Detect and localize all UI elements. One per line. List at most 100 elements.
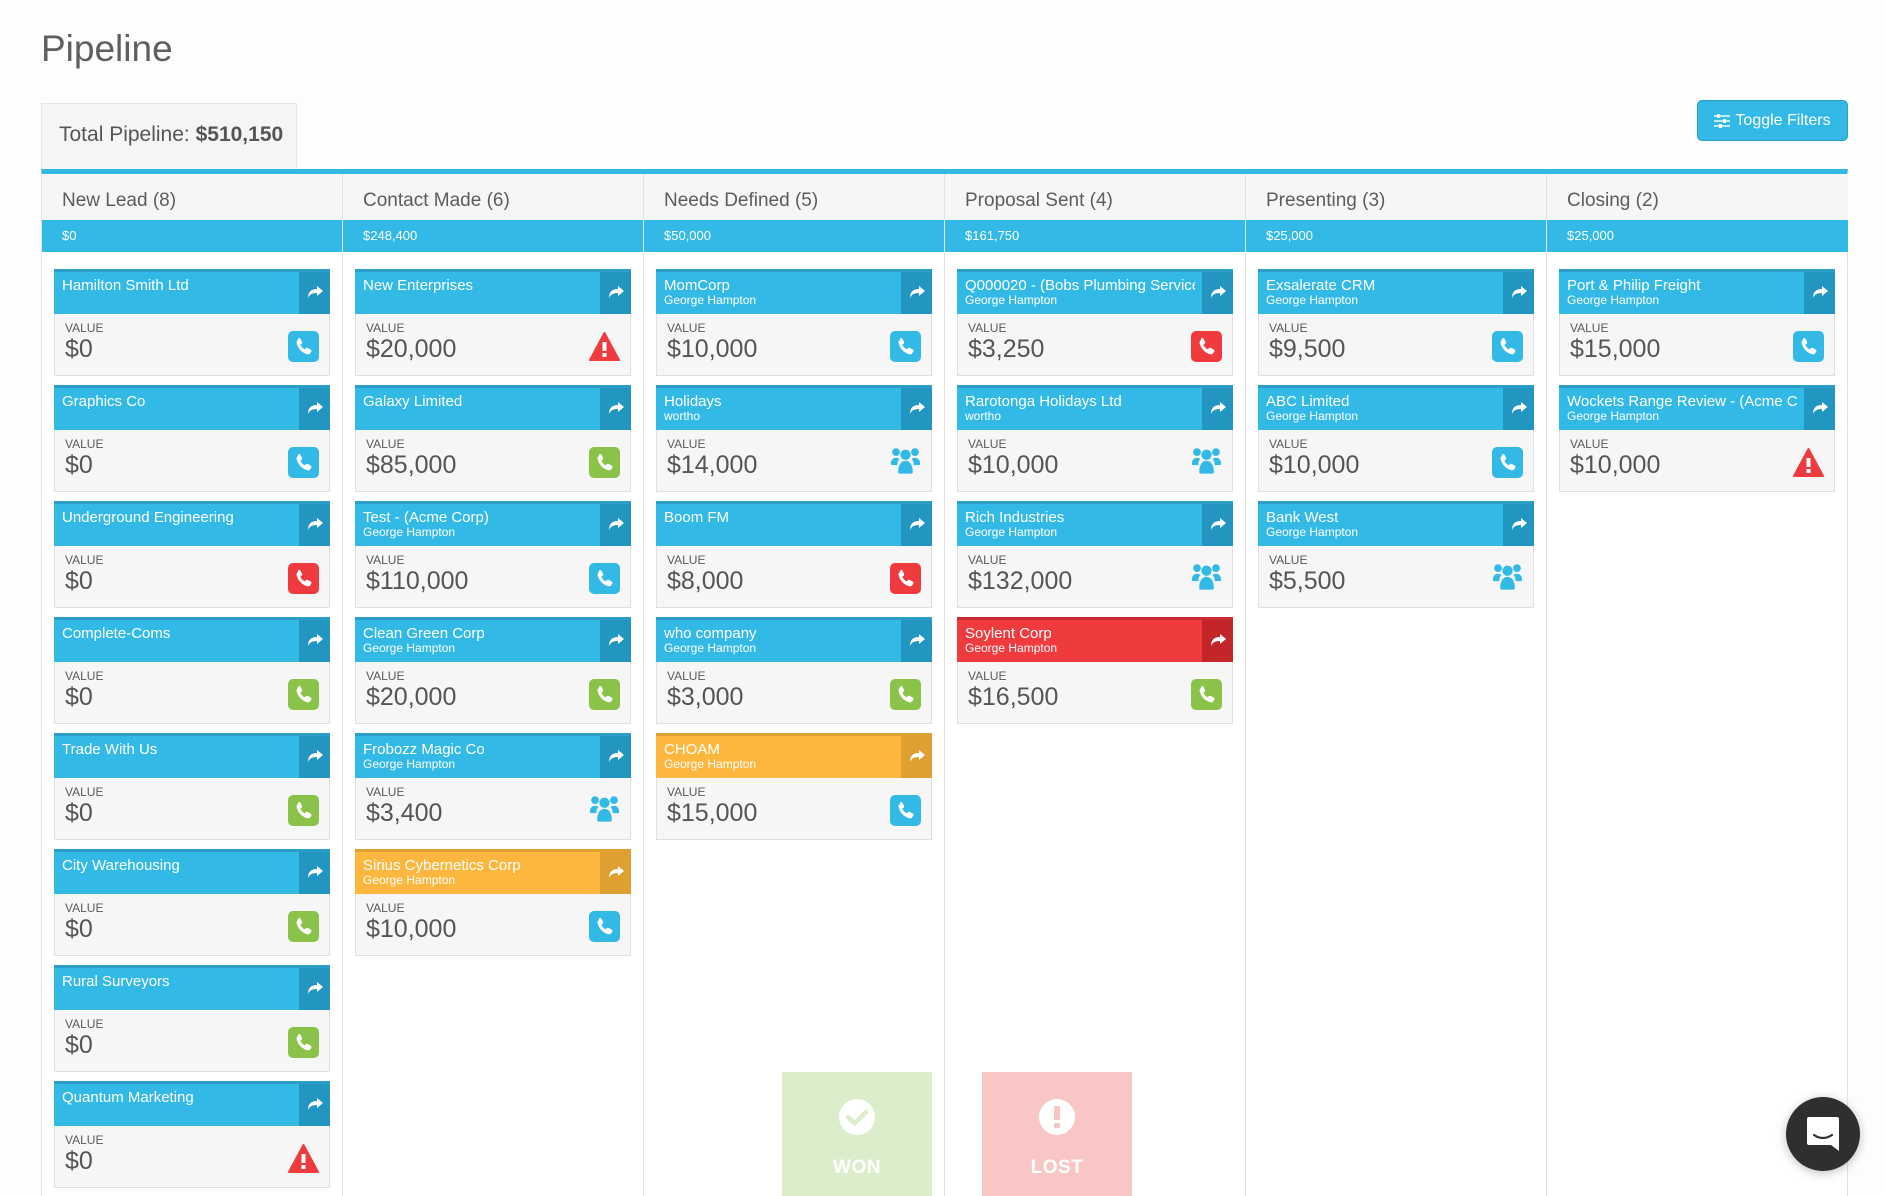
- deal-name[interactable]: Galaxy Limited: [363, 393, 593, 410]
- deal-card-header[interactable]: Test - (Acme Corp) George Hampton: [355, 501, 631, 546]
- open-deal-button[interactable]: [600, 504, 631, 546]
- open-deal-button[interactable]: [901, 272, 932, 314]
- phone-icon[interactable]: [288, 679, 319, 710]
- open-deal-button[interactable]: [299, 620, 330, 662]
- warning-icon[interactable]: [288, 1143, 319, 1174]
- open-deal-button[interactable]: [901, 736, 932, 778]
- deal-card[interactable]: Port & Philip Freight George Hampton VALUE…: [1559, 269, 1835, 376]
- deal-name[interactable]: New Enterprises: [363, 277, 593, 294]
- deal-card[interactable]: CHOAM George Hampton VALUE $15,000: [656, 733, 932, 840]
- deal-name[interactable]: Port & Philip Freight: [1567, 277, 1797, 294]
- lost-drop-zone[interactable]: LOST: [982, 1072, 1132, 1196]
- deal-card[interactable]: Graphics Co VALUE $0: [54, 385, 330, 492]
- open-deal-button[interactable]: [1503, 388, 1534, 430]
- deal-card-header[interactable]: City Warehousing: [54, 849, 330, 894]
- phone-icon[interactable]: [589, 679, 620, 710]
- open-deal-button[interactable]: [1804, 388, 1835, 430]
- deal-card-header[interactable]: Rich Industries George Hampton: [957, 501, 1233, 546]
- deal-card[interactable]: Complete-Coms VALUE $0: [54, 617, 330, 724]
- deal-card-header[interactable]: Soylent Corp George Hampton: [957, 617, 1233, 662]
- deal-card[interactable]: Exsalerate CRM George Hampton VALUE $9,500: [1258, 269, 1534, 376]
- deal-name[interactable]: Sirius Cybernetics Corp: [363, 857, 593, 874]
- won-drop-zone[interactable]: WON: [782, 1072, 932, 1196]
- phone-icon[interactable]: [890, 679, 921, 710]
- phone-icon[interactable]: [589, 911, 620, 942]
- open-deal-button[interactable]: [901, 620, 932, 662]
- deal-card-header[interactable]: CHOAM George Hampton: [656, 733, 932, 778]
- deal-card[interactable]: MomCorp George Hampton VALUE $10,000: [656, 269, 932, 376]
- meeting-icon[interactable]: [1191, 447, 1222, 478]
- deal-name[interactable]: Holidays: [664, 393, 894, 410]
- phone-icon[interactable]: [589, 563, 620, 594]
- open-deal-button[interactable]: [600, 388, 631, 430]
- deal-card-header[interactable]: Bank West George Hampton: [1258, 501, 1534, 546]
- deal-card[interactable]: Sirius Cybernetics Corp George Hampton VAL…: [355, 849, 631, 956]
- deal-name[interactable]: Clean Green Corp: [363, 625, 593, 642]
- open-deal-button[interactable]: [299, 388, 330, 430]
- phone-icon[interactable]: [1191, 331, 1222, 362]
- deal-card-header[interactable]: Graphics Co: [54, 385, 330, 430]
- deal-card-header[interactable]: MomCorp George Hampton: [656, 269, 932, 314]
- deal-name[interactable]: Trade With Us: [62, 741, 292, 758]
- deal-card[interactable]: Hamilton Smith Ltd VALUE $0: [54, 269, 330, 376]
- deal-card[interactable]: Bank West George Hampton VALUE $5,500: [1258, 501, 1534, 608]
- deal-name[interactable]: CHOAM: [664, 741, 894, 758]
- deal-name[interactable]: Rarotonga Holidays Ltd: [965, 393, 1195, 410]
- deal-name[interactable]: Rich Industries: [965, 509, 1195, 526]
- deal-card[interactable]: City Warehousing VALUE $0: [54, 849, 330, 956]
- deal-card-header[interactable]: Quantum Marketing: [54, 1081, 330, 1126]
- deal-name[interactable]: MomCorp: [664, 277, 894, 294]
- open-deal-button[interactable]: [1503, 272, 1534, 314]
- open-deal-button[interactable]: [600, 272, 631, 314]
- deal-card[interactable]: Test - (Acme Corp) George Hampton VALUE $11…: [355, 501, 631, 608]
- phone-icon[interactable]: [1793, 331, 1824, 362]
- deal-name[interactable]: Hamilton Smith Ltd: [62, 277, 292, 294]
- open-deal-button[interactable]: [299, 272, 330, 314]
- phone-icon[interactable]: [288, 1027, 319, 1058]
- deal-card-header[interactable]: Trade With Us: [54, 733, 330, 778]
- phone-icon[interactable]: [1492, 447, 1523, 478]
- deal-card[interactable]: Trade With Us VALUE $0: [54, 733, 330, 840]
- deal-name[interactable]: Graphics Co: [62, 393, 292, 410]
- deal-name[interactable]: Underground Engineering: [62, 509, 292, 526]
- meeting-icon[interactable]: [890, 447, 921, 478]
- open-deal-button[interactable]: [901, 504, 932, 546]
- open-deal-button[interactable]: [1202, 388, 1233, 430]
- open-deal-button[interactable]: [901, 388, 932, 430]
- deal-card-header[interactable]: ABC Limited George Hampton: [1258, 385, 1534, 430]
- deal-card[interactable]: Holidays wortho VALUE $14,000: [656, 385, 932, 492]
- deal-card[interactable]: Boom FM VALUE $8,000: [656, 501, 932, 608]
- open-deal-button[interactable]: [1202, 504, 1233, 546]
- deal-card[interactable]: Soylent Corp George Hampton VALUE $16,500: [957, 617, 1233, 724]
- deal-name[interactable]: Test - (Acme Corp): [363, 509, 593, 526]
- phone-icon[interactable]: [288, 563, 319, 594]
- open-deal-button[interactable]: [600, 736, 631, 778]
- phone-icon[interactable]: [288, 911, 319, 942]
- phone-icon[interactable]: [288, 447, 319, 478]
- meeting-icon[interactable]: [1191, 563, 1222, 594]
- deal-card[interactable]: who company George Hampton VALUE $3,000: [656, 617, 932, 724]
- deal-name[interactable]: Complete-Coms: [62, 625, 292, 642]
- toggle-filters-button[interactable]: Toggle Filters: [1697, 100, 1848, 141]
- open-deal-button[interactable]: [1804, 272, 1835, 314]
- deal-name[interactable]: Wockets Range Review - (Acme Corp): [1567, 393, 1797, 410]
- deal-card[interactable]: ABC Limited George Hampton VALUE $10,000: [1258, 385, 1534, 492]
- phone-icon[interactable]: [288, 331, 319, 362]
- deal-card[interactable]: Frobozz Magic Co George Hampton VALUE $3,40…: [355, 733, 631, 840]
- deal-card-header[interactable]: Holidays wortho: [656, 385, 932, 430]
- deal-card-header[interactable]: Rarotonga Holidays Ltd wortho: [957, 385, 1233, 430]
- deal-name[interactable]: who company: [664, 625, 894, 642]
- warning-icon[interactable]: [1793, 447, 1824, 478]
- deal-name[interactable]: City Warehousing: [62, 857, 292, 874]
- deal-card-header[interactable]: Hamilton Smith Ltd: [54, 269, 330, 314]
- open-deal-button[interactable]: [299, 852, 330, 894]
- deal-card-header[interactable]: who company George Hampton: [656, 617, 932, 662]
- deal-name[interactable]: Frobozz Magic Co: [363, 741, 593, 758]
- deal-name[interactable]: Boom FM: [664, 509, 894, 526]
- deal-card[interactable]: Q000020 - (Bobs Plumbing Services) George…: [957, 269, 1233, 376]
- phone-icon[interactable]: [288, 795, 319, 826]
- open-deal-button[interactable]: [299, 736, 330, 778]
- deal-card[interactable]: New Enterprises VALUE $20,000: [355, 269, 631, 376]
- deal-name[interactable]: Exsalerate CRM: [1266, 277, 1496, 294]
- deal-card[interactable]: Clean Green Corp George Hampton VALUE $20,0…: [355, 617, 631, 724]
